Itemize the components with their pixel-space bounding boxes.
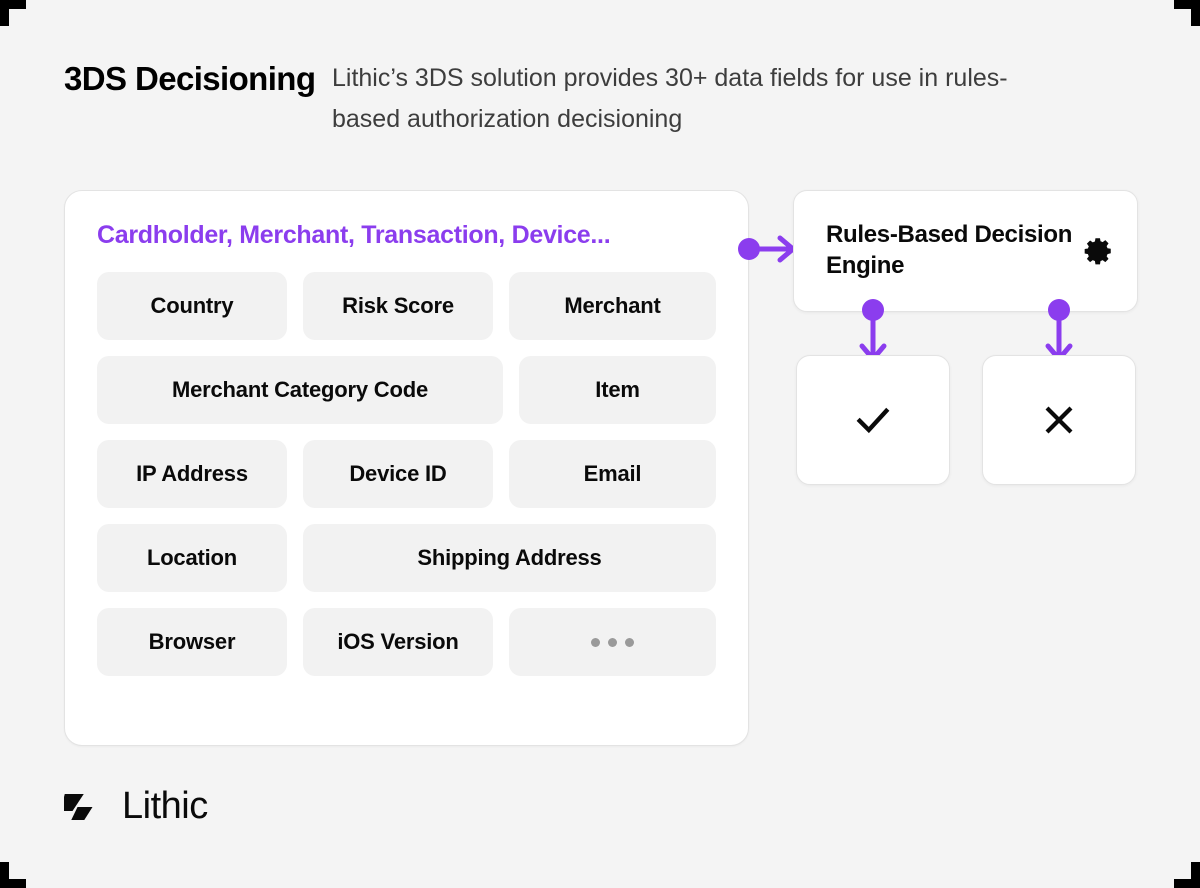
- poster-canvas: 3DS Decisioning Lithic’s 3DS solution pr…: [0, 0, 1200, 888]
- data-field-chip[interactable]: iOS Version: [303, 608, 493, 676]
- lithic-wordmark: Lithic: [122, 785, 208, 827]
- gear-icon[interactable]: [1081, 234, 1115, 268]
- lithic-logo: Lithic: [64, 785, 208, 827]
- page-subtitle: Lithic’s 3DS solution provides 30+ data …: [332, 64, 1008, 133]
- engine-label: Rules-Based Decision Engine: [826, 221, 1073, 279]
- data-field-chip[interactable]: Location: [97, 524, 287, 592]
- data-field-chip-row: Merchant Category Code Item: [97, 356, 716, 424]
- data-field-chip[interactable]: Merchant: [509, 272, 716, 340]
- outcome-decline-box[interactable]: [982, 355, 1136, 485]
- data-field-chip[interactable]: Country: [97, 272, 287, 340]
- crop-mark-top-right: [1174, 0, 1200, 26]
- data-fields-card: Cardholder, Merchant, Transaction, Devic…: [64, 190, 749, 746]
- ellipsis-dots: [591, 637, 634, 647]
- lithic-logo-mark-icon: [64, 794, 93, 820]
- data-field-chip[interactable]: Item: [519, 356, 716, 424]
- data-field-chip-row: Location Shipping Address: [97, 524, 716, 592]
- ellipsis-icon[interactable]: [509, 608, 716, 676]
- data-field-chip-list: Country Risk Score Merchant Merchant Catego…: [97, 272, 716, 676]
- data-field-chip-row: Browser iOS Version: [97, 608, 716, 676]
- data-field-chip[interactable]: Merchant Category Code: [97, 356, 503, 424]
- data-field-chip[interactable]: Device ID: [303, 440, 493, 508]
- data-field-chip[interactable]: Risk Score: [303, 272, 493, 340]
- data-fields-heading: Cardholder, Merchant, Transaction, Devic…: [97, 221, 611, 249]
- rules-based-decision-engine-card[interactable]: Rules-Based Decision Engine: [793, 190, 1138, 312]
- crop-mark-bottom-right: [1174, 862, 1200, 888]
- check-icon: [856, 407, 890, 434]
- x-icon: [1045, 406, 1073, 434]
- header: 3DS Decisioning Lithic’s 3DS solution pr…: [64, 58, 1136, 139]
- data-field-chip[interactable]: Browser: [97, 608, 287, 676]
- data-field-chip-row: Country Risk Score Merchant: [97, 272, 716, 340]
- crop-mark-bottom-left: [0, 862, 26, 888]
- arrow-right-icon: [738, 235, 796, 263]
- data-field-chip[interactable]: IP Address: [97, 440, 287, 508]
- data-field-chip[interactable]: Email: [509, 440, 716, 508]
- data-field-chip-row: IP Address Device ID Email: [97, 440, 716, 508]
- data-field-chip[interactable]: Shipping Address: [303, 524, 716, 592]
- crop-mark-top-left: [0, 0, 26, 26]
- page-title: 3DS Decisioning: [64, 60, 316, 97]
- outcome-approve-box[interactable]: [796, 355, 950, 485]
